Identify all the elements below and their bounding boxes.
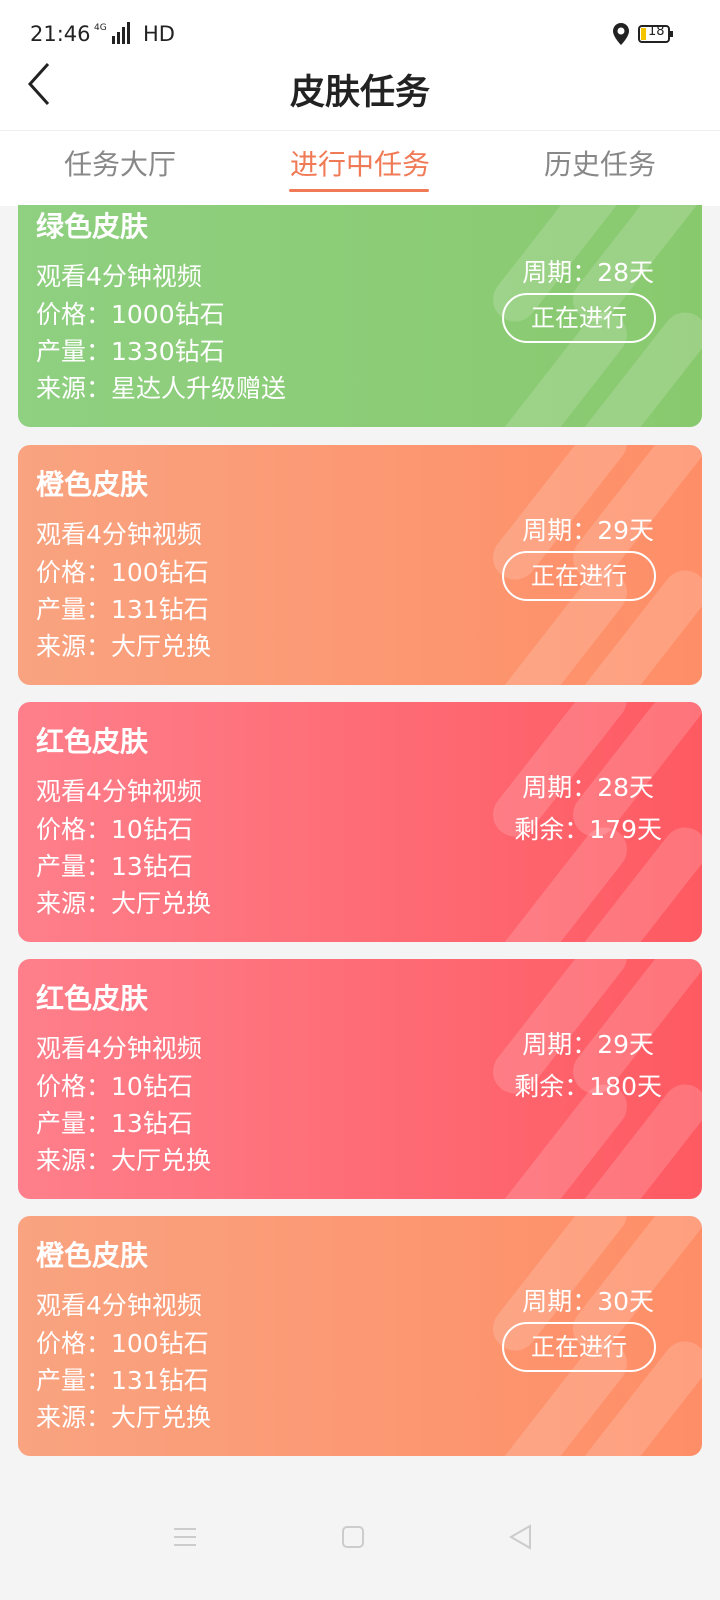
tab-history[interactable]: 历史任务 <box>480 143 720 183</box>
period-text: 周期：29天 <box>522 1030 654 1059</box>
source-text: 来源：大厅兑换 <box>36 1146 212 1175</box>
task-card[interactable]: 红色皮肤 观看4分钟视频 价格：10钻石 产量：13钻石 来源：大厅兑换 周期：… <box>18 959 702 1199</box>
in-progress-button[interactable]: 正在进行 <box>502 551 656 601</box>
tab-in-progress[interactable]: 进行中任务 <box>240 143 480 183</box>
watch-requirement: 观看4分钟视频 <box>36 520 202 549</box>
signal-icon: 4G <box>94 22 130 44</box>
price-text: 价格：10钻石 <box>36 1072 193 1101</box>
menu-icon[interactable] <box>170 1522 200 1552</box>
task-list[interactable]: 绿色皮肤 观看4分钟视频 价格：1000钻石 产量：1330钻石 来源：星达人升… <box>0 205 720 1475</box>
title-bar: 皮肤任务 <box>0 62 720 130</box>
remaining-text: 剩余：180天 <box>514 1072 662 1101</box>
in-progress-button[interactable]: 正在进行 <box>502 293 656 343</box>
active-tab-indicator <box>289 189 429 192</box>
skin-name: 橙色皮肤 <box>36 1239 149 1272</box>
back-icon[interactable] <box>506 1522 536 1552</box>
price-text: 价格：10钻石 <box>36 815 193 844</box>
status-time: 21:46 <box>30 22 91 46</box>
output-text: 产量：131钻石 <box>36 595 209 624</box>
in-progress-button[interactable]: 正在进行 <box>502 1322 656 1372</box>
skin-name: 红色皮肤 <box>36 982 149 1015</box>
task-card[interactable]: 绿色皮肤 观看4分钟视频 价格：1000钻石 产量：1330钻石 来源：星达人升… <box>18 205 702 427</box>
task-card[interactable]: 橙色皮肤 观看4分钟视频 价格：100钻石 产量：131钻石 来源：大厅兑换 周… <box>18 445 702 685</box>
watch-requirement: 观看4分钟视频 <box>36 777 202 806</box>
source-text: 来源：大厅兑换 <box>36 632 212 661</box>
hd-indicator: HD <box>143 22 175 46</box>
output-text: 产量：13钻石 <box>36 852 193 881</box>
skin-name: 红色皮肤 <box>36 725 149 758</box>
price-text: 价格：100钻石 <box>36 1329 209 1358</box>
period-text: 周期：30天 <box>522 1287 654 1316</box>
watch-requirement: 观看4分钟视频 <box>36 262 202 291</box>
source-text: 来源：大厅兑换 <box>36 1403 212 1432</box>
task-card[interactable]: 红色皮肤 观看4分钟视频 价格：10钻石 产量：13钻石 来源：大厅兑换 周期：… <box>18 702 702 942</box>
location-icon <box>613 23 629 45</box>
output-text: 产量：13钻石 <box>36 1109 193 1138</box>
watch-requirement: 观看4分钟视频 <box>36 1034 202 1063</box>
network-label: 4G <box>94 23 107 33</box>
watch-requirement: 观看4分钟视频 <box>36 1291 202 1320</box>
home-icon[interactable] <box>338 1522 368 1552</box>
period-text: 周期：29天 <box>522 516 654 545</box>
tab-bar: 任务大厅 进行中任务 历史任务 <box>0 130 720 206</box>
battery-level: 18 <box>648 24 665 39</box>
skin-name: 橙色皮肤 <box>36 468 149 501</box>
page-title: 皮肤任务 <box>289 73 430 113</box>
skin-name: 绿色皮肤 <box>36 210 149 243</box>
price-text: 价格：1000钻石 <box>36 300 225 329</box>
source-text: 来源：星达人升级赠送 <box>36 374 287 403</box>
remaining-text: 剩余：179天 <box>514 815 662 844</box>
price-text: 价格：100钻石 <box>36 558 209 587</box>
output-text: 产量：1330钻石 <box>36 337 225 366</box>
task-card[interactable]: 橙色皮肤 观看4分钟视频 价格：100钻石 产量：131钻石 来源：大厅兑换 周… <box>18 1216 702 1456</box>
source-text: 来源：大厅兑换 <box>36 889 212 918</box>
tab-task-hall[interactable]: 任务大厅 <box>0 143 240 183</box>
status-bar: 21:46 4G HD 18 <box>0 0 720 62</box>
period-text: 周期：28天 <box>522 773 654 802</box>
period-text: 周期：28天 <box>522 258 654 287</box>
system-nav-bar <box>0 1490 720 1600</box>
output-text: 产量：131钻石 <box>36 1366 209 1395</box>
